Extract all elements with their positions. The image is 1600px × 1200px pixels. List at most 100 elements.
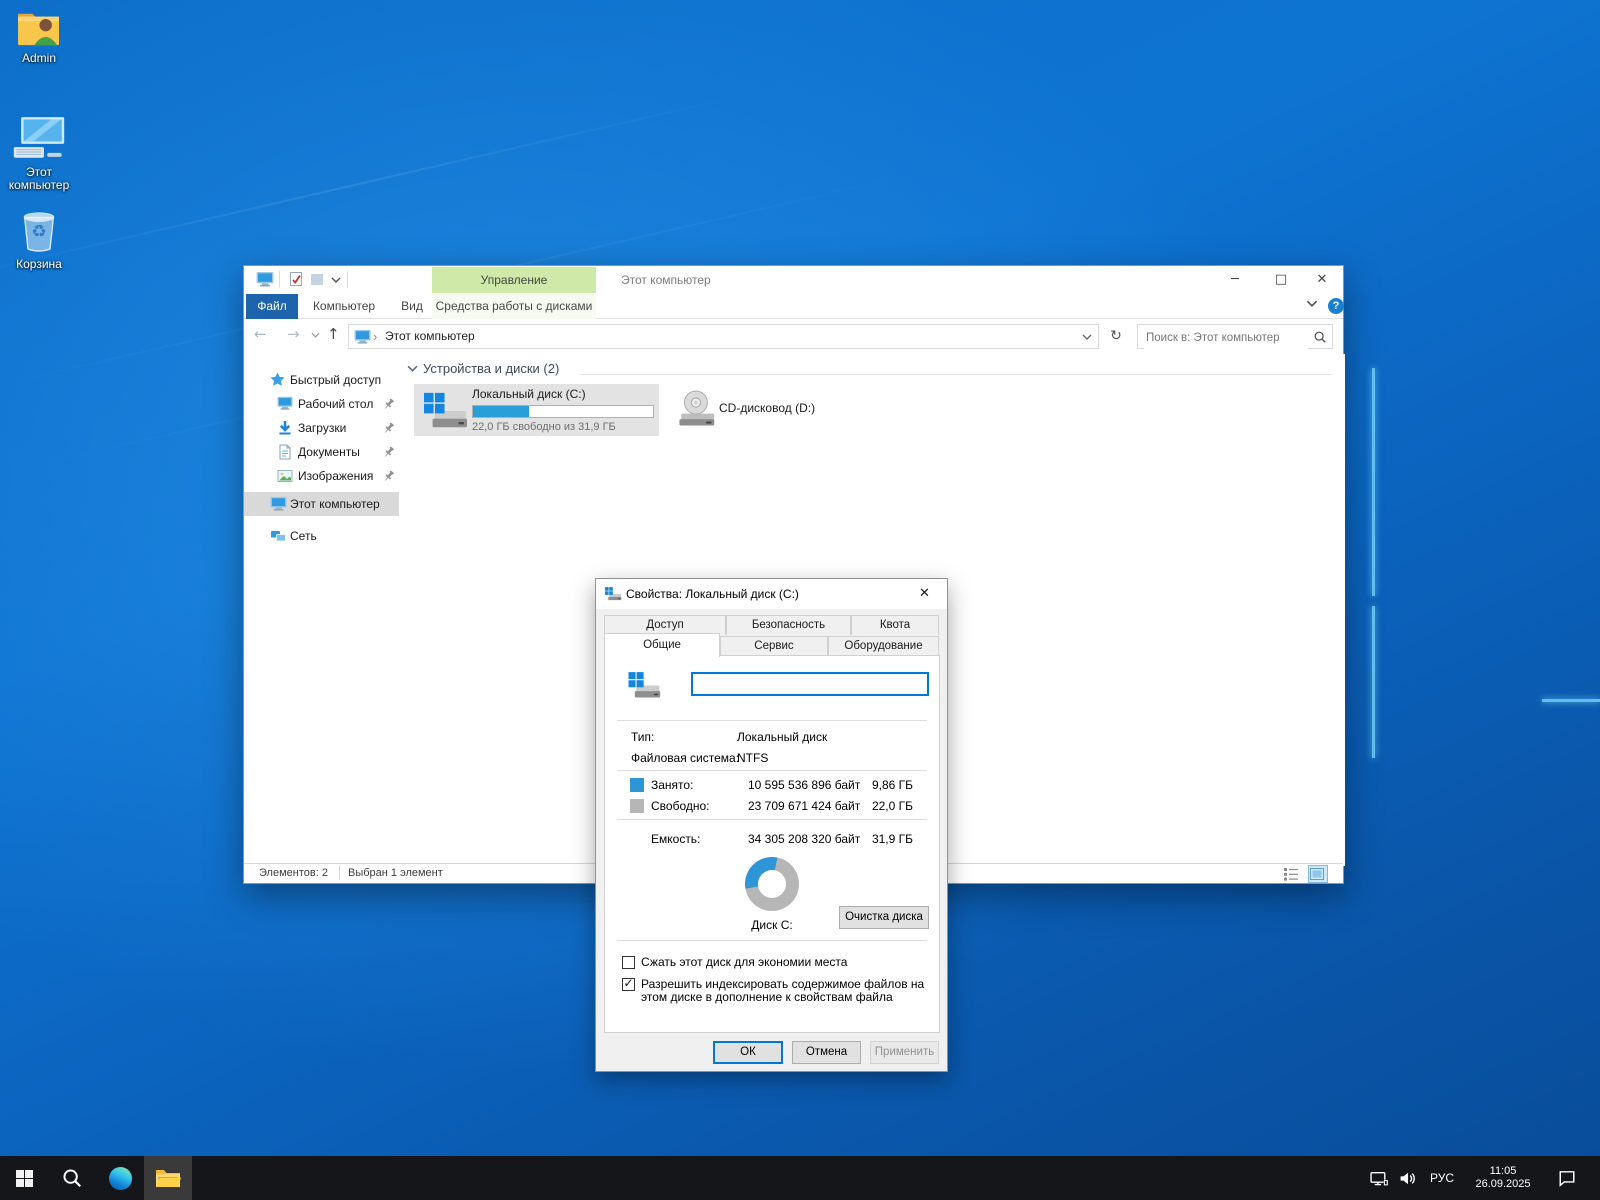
properties-dialog: Свойства: Локальный диск (C:) ✕ Доступ Б… <box>595 578 948 1072</box>
desktop-icon-recycle-bin[interactable]: ♻ Корзина <box>0 206 78 271</box>
capacity-label: Емкость: <box>651 832 700 846</box>
dialog-close-icon[interactable]: ✕ <box>902 579 947 609</box>
qat-this-pc-icon[interactable] <box>256 271 274 287</box>
used-swatch <box>630 778 644 792</box>
dialog-checkbox-box[interactable] <box>622 956 635 969</box>
status-separator <box>339 866 340 880</box>
back-icon[interactable]: ← <box>254 325 267 343</box>
pin-icon[interactable] <box>382 469 396 483</box>
language-indicator[interactable]: РУС <box>1422 1156 1462 1200</box>
tab-hardware[interactable]: Оборудование <box>828 636 939 656</box>
used-size: 9,86 ГБ <box>833 778 913 792</box>
drive-d-item[interactable]: CD-дисковод (D:) <box>673 384 863 436</box>
taskbar-edge-button[interactable] <box>96 1156 144 1200</box>
tab-access[interactable]: Доступ <box>604 615 726 635</box>
ok-button[interactable]: ОК <box>713 1041 783 1064</box>
start-button[interactable] <box>0 1156 48 1200</box>
tab-tools[interactable]: Сервис <box>720 636 828 656</box>
tab-disk-tools[interactable]: Средства работы с дисками <box>432 294 596 319</box>
qat-customize-chevron-icon[interactable] <box>331 277 341 283</box>
group-header-label: Устройства и диски (2) <box>423 361 559 376</box>
clock[interactable]: 11:05 26.09.2025 <box>1462 1156 1544 1200</box>
help-icon[interactable]: ? <box>1328 298 1344 314</box>
indexing-checkbox-label[interactable]: Разрешить индексировать содержимое файло… <box>641 978 933 1004</box>
close-button[interactable]: ✕ <box>1299 266 1345 294</box>
tab-quota[interactable]: Квота <box>851 615 939 635</box>
tab-security[interactable]: Безопасность <box>726 615 851 635</box>
drive-usage-bar <box>472 405 654 418</box>
address-dropdown-chevron-icon[interactable] <box>1082 334 1092 340</box>
thumbnails-view-button[interactable] <box>1309 866 1327 882</box>
qat-new-folder-icon[interactable] <box>309 271 325 287</box>
ribbon-context-group-manage[interactable]: Управление <box>432 267 596 293</box>
sidebar-item-documents[interactable]: Документы <box>244 440 399 464</box>
tab-general[interactable]: Общие <box>604 633 720 657</box>
cancel-button[interactable]: Отмена <box>792 1041 861 1064</box>
explorer-titlebar: Управление Этот компьютер ─ □ ✕ <box>244 266 1343 294</box>
tab-file[interactable]: Файл <box>246 294 298 319</box>
divider <box>617 770 927 771</box>
divider <box>617 940 927 941</box>
address-bar[interactable]: › Этот компьютер <box>348 324 1099 349</box>
free-label: Свободно: <box>651 799 710 813</box>
download-icon <box>277 420 293 436</box>
volume-tray-icon[interactable] <box>1394 1156 1420 1200</box>
network-tray-icon[interactable] <box>1366 1156 1392 1200</box>
selection-count: Выбран 1 элемент <box>348 867 443 879</box>
history-chevron-icon[interactable] <box>311 332 320 338</box>
sidebar-item-desktop[interactable]: Рабочий стол <box>244 392 399 416</box>
compress-checkbox-label[interactable]: Сжать этот диск для экономии места <box>641 956 933 969</box>
items-count: Элементов: 2 <box>259 867 328 879</box>
clock-date: 26.09.2025 <box>1475 1178 1530 1191</box>
maximize-button[interactable]: □ <box>1258 266 1304 294</box>
user-folder-icon <box>16 8 62 48</box>
speaker-icon <box>1399 1170 1416 1187</box>
sidebar-item-network[interactable]: Сеть <box>244 524 399 548</box>
sidebar-item-label: Этот компьютер <box>290 492 380 516</box>
hdd-icon <box>604 586 622 602</box>
filesystem-value: NTFS <box>737 751 768 765</box>
collapse-chevron-icon[interactable] <box>407 365 418 372</box>
pin-icon[interactable] <box>382 445 396 459</box>
disk-cleanup-button[interactable]: Очистка диска <box>839 906 929 929</box>
taskbar-search-button[interactable] <box>48 1156 96 1200</box>
sidebar-item-this-pc[interactable]: Этот компьютер <box>244 492 399 516</box>
tab-view[interactable]: Вид <box>390 294 434 319</box>
this-pc-icon <box>354 329 371 344</box>
up-icon[interactable]: ↑ <box>327 325 340 343</box>
desktop-icon-this-pc[interactable]: Этот компьютер <box>0 116 78 192</box>
pin-icon[interactable] <box>382 421 396 435</box>
sidebar-item-quick-access[interactable]: Быстрый доступ <box>244 368 399 392</box>
document-icon <box>277 444 293 460</box>
sidebar-item-label: Документы <box>298 440 360 464</box>
qat-separator <box>279 271 280 288</box>
ribbon-tab-row: Файл Компьютер Вид Средства работы с дис… <box>244 294 1343 319</box>
search-input[interactable] <box>1144 326 1308 349</box>
wallpaper-streak <box>0 93 750 279</box>
sidebar-item-downloads[interactable]: Загрузки <box>244 416 399 440</box>
filesystem-label: Файловая система: <box>631 751 739 765</box>
taskbar-explorer-button[interactable] <box>144 1156 192 1200</box>
pin-icon[interactable] <box>382 397 396 411</box>
desktop-icon-admin[interactable]: Admin <box>0 8 78 65</box>
volume-label-input[interactable] <box>691 672 929 696</box>
details-view-button[interactable] <box>1283 866 1301 882</box>
sidebar-item-pictures[interactable]: Изображения <box>244 464 399 488</box>
qat-properties-icon[interactable] <box>288 271 304 287</box>
group-header: Устройства и диски (2) <box>399 360 1345 378</box>
apply-button[interactable]: Применить <box>870 1041 939 1064</box>
breadcrumb[interactable]: Этот компьютер <box>385 325 475 348</box>
search-icon <box>61 1167 83 1189</box>
search-icon[interactable] <box>1313 330 1327 344</box>
forward-icon[interactable]: → <box>287 325 300 343</box>
tab-computer[interactable]: Компьютер <box>306 294 382 319</box>
action-center-button[interactable] <box>1552 1156 1582 1200</box>
dialog-checkbox-box[interactable] <box>622 978 635 991</box>
ribbon-collapse-chevron-icon[interactable] <box>1306 300 1318 307</box>
sidebar-item-label: Быстрый доступ <box>290 368 381 392</box>
minimize-button[interactable]: ─ <box>1212 266 1258 294</box>
free-swatch <box>630 799 644 813</box>
drive-c-item[interactable]: Локальный диск (C:) 22,0 ГБ свободно из … <box>414 384 659 436</box>
window-title: Этот компьютер <box>621 266 711 294</box>
refresh-icon[interactable]: ↻ <box>1104 324 1128 349</box>
